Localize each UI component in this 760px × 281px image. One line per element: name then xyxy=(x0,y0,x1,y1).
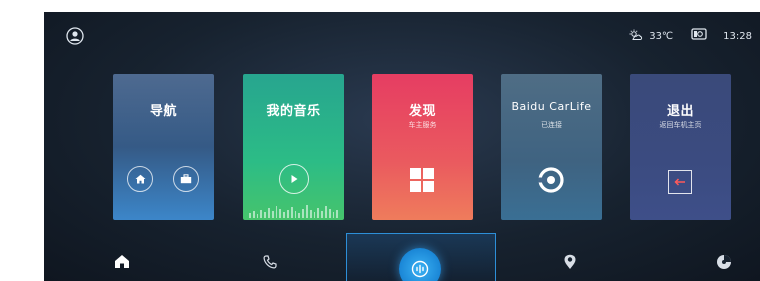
briefcase-icon xyxy=(180,174,192,184)
music-title: 我的音乐 xyxy=(266,104,321,119)
carlife-card[interactable]: Baidu CarLife 已连接 xyxy=(501,74,602,220)
phone-icon xyxy=(263,254,277,269)
exit-title: 退出 xyxy=(666,104,694,119)
play-icon xyxy=(291,175,298,183)
home-icon xyxy=(115,255,129,268)
discover-title: 发现 xyxy=(408,104,436,119)
media-icon xyxy=(717,254,731,269)
carlife-logo-icon xyxy=(538,167,564,193)
discover-card[interactable]: 发现 车主服务 xyxy=(372,74,473,220)
exit-button[interactable] xyxy=(668,170,692,194)
play-button[interactable] xyxy=(279,164,309,194)
head-unit-screen: 33℃ 13:28 导航 我的音乐 发现 车主服务 Baidu CarLife … xyxy=(44,12,760,281)
home-icon xyxy=(135,174,145,184)
carlife-title: Baidu CarLife xyxy=(511,100,592,113)
dock-location-button[interactable] xyxy=(540,242,600,281)
dock-phone-button[interactable] xyxy=(240,242,300,281)
grid-icon xyxy=(410,168,434,192)
nav-company-button[interactable] xyxy=(173,166,199,192)
app-cards: 导航 我的音乐 发现 车主服务 Baidu CarLife 已连接 退出 返回车… xyxy=(44,12,760,242)
navigation-card[interactable]: 导航 xyxy=(113,74,214,220)
exit-card[interactable]: 退出 返回车机主页 xyxy=(630,74,731,220)
my-music-card[interactable]: 我的音乐 xyxy=(243,74,344,220)
dock-media-button[interactable] xyxy=(694,242,754,281)
voice-icon xyxy=(411,260,429,278)
carlife-status: 已连接 xyxy=(541,121,562,129)
discover-subtitle: 车主服务 xyxy=(408,121,437,129)
dock-home-button[interactable] xyxy=(92,242,152,281)
nav-home-button[interactable] xyxy=(127,166,153,192)
location-icon xyxy=(564,254,576,269)
navigation-title: 导航 xyxy=(149,104,177,119)
exit-subtitle: 返回车机主页 xyxy=(659,121,702,129)
audio-bars xyxy=(249,202,339,218)
exit-arrow-icon xyxy=(674,178,685,186)
